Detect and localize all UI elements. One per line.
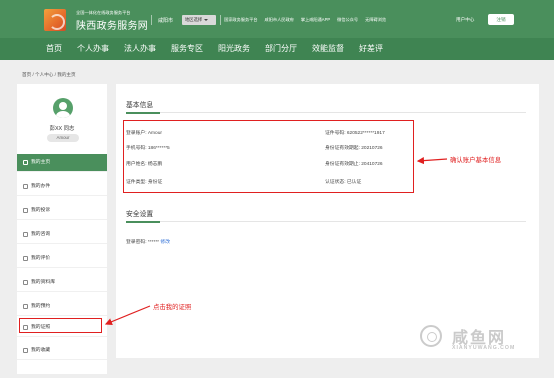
top-link-national-platform[interactable]: 国家政务服务平台	[224, 17, 258, 22]
sidebar-item-home[interactable]: 我的主页	[17, 154, 107, 172]
licenses-highlight-box	[19, 318, 102, 333]
sidebar-item-favorites[interactable]: 我的收藏	[17, 342, 107, 360]
top-link-app[interactable]: 掌上咸阳通APP	[301, 17, 330, 22]
basic-info-divider	[126, 111, 526, 114]
top-links: 国家政务服务平台 咸阳市人民政府 掌上咸阳通APP 微信公众号 无障碍浏览	[224, 17, 393, 23]
nav-home[interactable]: 首页	[46, 43, 62, 54]
calendar-icon	[23, 304, 28, 309]
nav-supervision[interactable]: 效能监督	[312, 43, 344, 54]
annotation-confirm-info: 确认账户基本信息	[450, 156, 502, 164]
sidebar-item-label: 我的评价	[31, 256, 51, 261]
top-link-wechat[interactable]: 微信公众号	[337, 17, 358, 22]
nav-departments[interactable]: 部门分厅	[265, 43, 297, 54]
nav-evaluation[interactable]: 好差评	[359, 43, 383, 54]
sidebar-item-cases[interactable]: 我的办件	[17, 178, 107, 196]
login-password: 登录密码: ****** 修改	[126, 238, 170, 245]
sidebar-item-reviews[interactable]: 我的评价	[17, 250, 107, 268]
annotation-click-license: 点击我的证照	[153, 303, 192, 311]
sidebar-item-complaints[interactable]: 我的投诉	[17, 202, 107, 220]
sidebar-item-label: 我的资料库	[31, 280, 55, 285]
avatar-head	[59, 102, 67, 110]
sidebar-item-archive[interactable]: 我的资料库	[17, 274, 107, 292]
sidebar-item-label: 我的咨询	[31, 232, 51, 237]
region-select-label: 地区选择	[185, 17, 203, 22]
main-nav: 首页 个人办事 法人办事 服务专区 阳光政务 部门分厅 效能监督 好差评	[0, 38, 554, 60]
security-divider	[126, 220, 526, 223]
avatar-body	[56, 111, 70, 118]
nav-service-zone[interactable]: 服务专区	[171, 43, 203, 54]
sidebar-item-label: 我的主页	[31, 160, 51, 165]
site-logo-icon[interactable]	[44, 9, 66, 31]
sidebar-item-label: 我的办件	[31, 184, 51, 189]
sidebar-item-label: 我的投诉	[31, 208, 51, 213]
nav-corporate[interactable]: 法人办事	[124, 43, 156, 54]
current-city: 咸阳市	[158, 18, 174, 24]
complaint-icon	[23, 208, 28, 213]
logout-button[interactable]: 注销	[488, 14, 514, 25]
header-divider	[220, 15, 221, 25]
site-subtitle: 全国一体化在线政务服务平台	[76, 10, 131, 15]
sidebar-item-label: 我的收藏	[31, 348, 51, 353]
star-icon	[23, 348, 28, 353]
basic-info-title: 基本信息	[126, 102, 154, 109]
sidebar-item-label: 我的预约	[31, 304, 51, 309]
site-title[interactable]: 陕西政务服务网	[76, 17, 148, 32]
user-name: 彭XX 同志	[49, 126, 75, 132]
watermark-url: XIANYUWANG.COM	[452, 345, 516, 351]
top-link-city-government[interactable]: 咸阳市人民政府	[265, 17, 294, 22]
folder-icon	[23, 184, 28, 189]
password-label: 登录密码: ******	[126, 240, 160, 245]
breadcrumb: 首页 / 个人中心 / 我的主页	[22, 72, 76, 77]
nav-personal[interactable]: 个人办事	[77, 43, 109, 54]
basic-info-highlight-box	[123, 120, 414, 193]
user-center-link[interactable]: 用户中心	[456, 17, 474, 23]
chevron-down-icon	[204, 18, 209, 21]
section-accent	[126, 111, 160, 114]
sidebar-item-appointments[interactable]: 我的预约	[17, 298, 107, 316]
edit-password-link[interactable]: 修改	[160, 240, 170, 245]
section-accent	[126, 220, 160, 223]
user-badge: Amour	[47, 134, 79, 142]
security-title: 安全设置	[126, 211, 154, 218]
archive-icon	[23, 280, 28, 285]
header-divider	[151, 15, 152, 25]
site-header: 全国一体化在线政务服务平台 陕西政务服务网 咸阳市 地区选择 国家政务服务平台 咸…	[0, 0, 554, 38]
chat-icon	[23, 232, 28, 237]
thumb-icon	[23, 256, 28, 261]
avatar[interactable]	[53, 98, 73, 118]
top-link-accessibility[interactable]: 无障碍浏览	[365, 17, 386, 22]
nav-open-government[interactable]: 阳光政务	[218, 43, 250, 54]
home-icon	[23, 160, 28, 165]
sidebar-item-consult[interactable]: 我的咨询	[17, 226, 107, 244]
region-select[interactable]: 地区选择	[182, 15, 216, 25]
watermark-logo-icon	[420, 325, 442, 347]
